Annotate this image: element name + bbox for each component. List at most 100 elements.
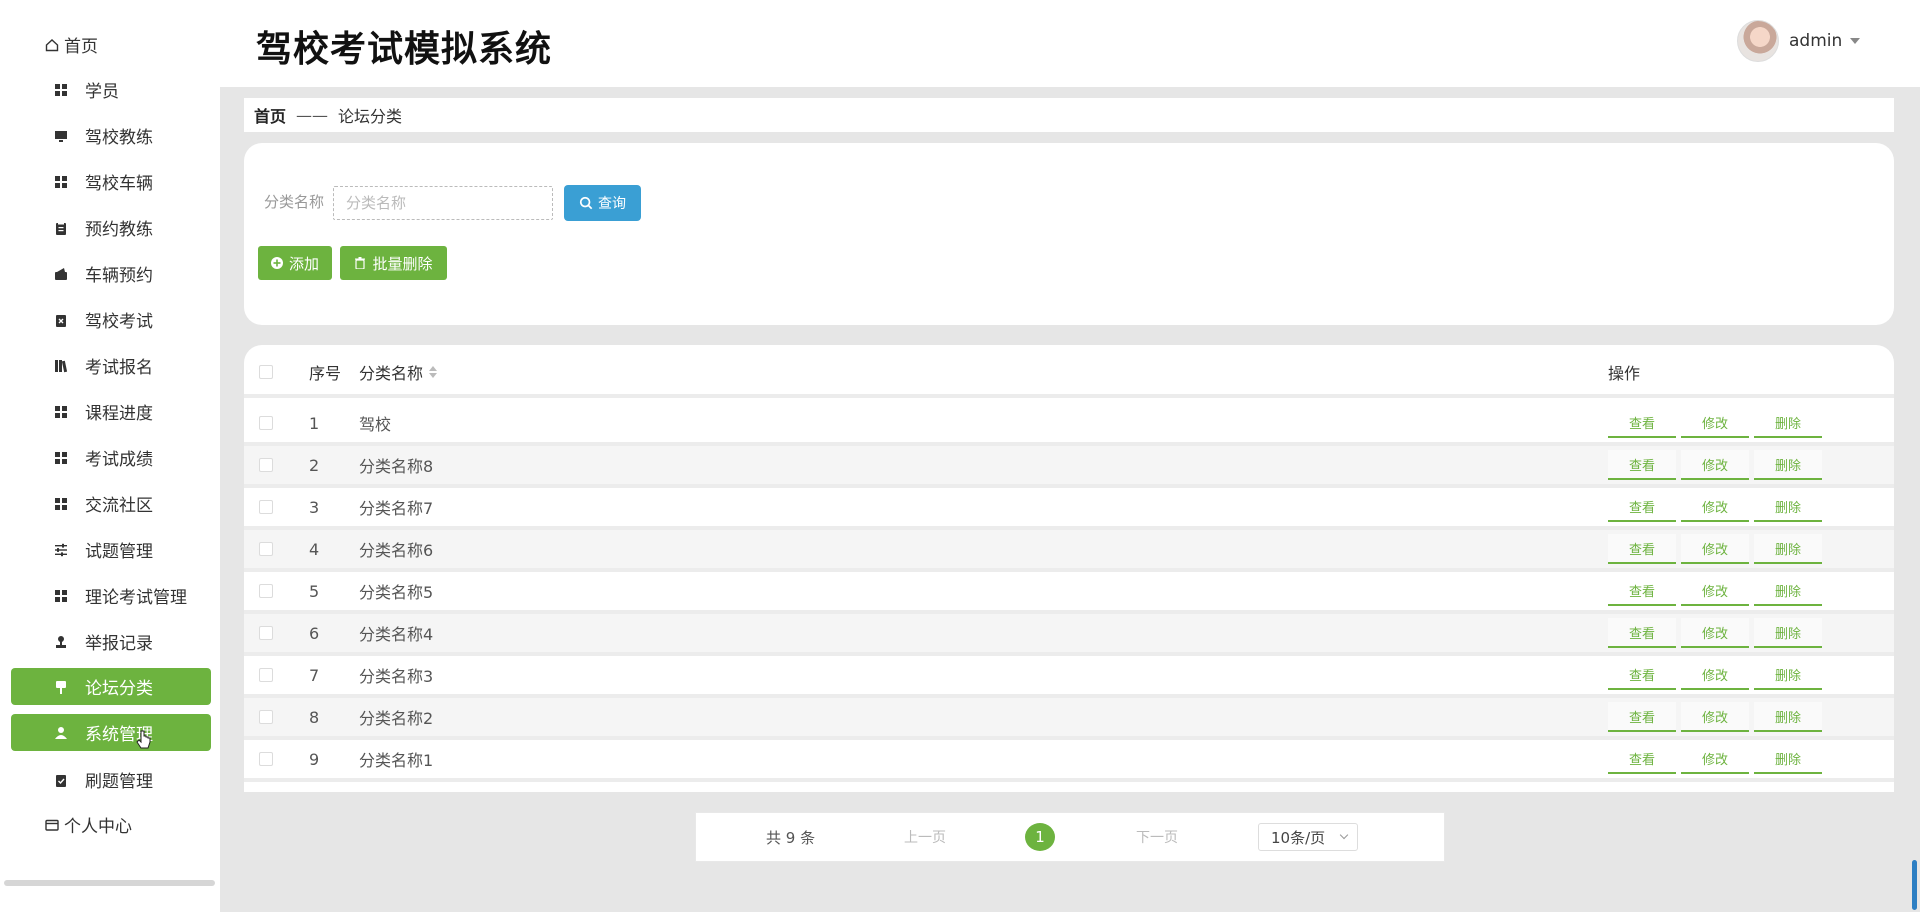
table-row: 3 分类名称7 查看 修改 删除 bbox=[244, 488, 1894, 530]
grid-icon bbox=[53, 588, 69, 604]
category-name-input[interactable] bbox=[333, 186, 553, 220]
edit-button[interactable]: 修改 bbox=[1681, 534, 1749, 564]
sidebar-item-11[interactable]: 试题管理 bbox=[11, 531, 211, 568]
edit-button[interactable]: 修改 bbox=[1681, 408, 1749, 438]
table-row: 6 分类名称4 查看 修改 删除 bbox=[244, 614, 1894, 656]
mouse-pointer-icon bbox=[136, 730, 151, 749]
window-scrollbar[interactable] bbox=[1912, 860, 1917, 910]
avatar[interactable] bbox=[1737, 20, 1779, 62]
table-row: 5 分类名称5 查看 修改 删除 bbox=[244, 572, 1894, 614]
user-icon bbox=[53, 725, 69, 741]
edit-button[interactable]: 修改 bbox=[1681, 744, 1749, 774]
search-label: 分类名称 bbox=[264, 193, 325, 211]
view-button[interactable]: 查看 bbox=[1608, 576, 1676, 606]
clipboard-x-icon bbox=[53, 312, 69, 328]
edit-button[interactable]: 修改 bbox=[1681, 618, 1749, 648]
sort-icon[interactable] bbox=[429, 365, 438, 378]
edit-button[interactable]: 修改 bbox=[1681, 450, 1749, 480]
select-all-checkbox[interactable] bbox=[259, 364, 273, 379]
row-checkbox[interactable] bbox=[259, 710, 273, 724]
sidebar-item-16[interactable]: 刷题管理 bbox=[11, 761, 211, 798]
row-checkbox[interactable] bbox=[259, 626, 273, 640]
prev-page-button[interactable]: 上一页 bbox=[904, 827, 946, 847]
sidebar-item-13[interactable]: 举报记录 bbox=[11, 623, 211, 660]
sidebar-item-6[interactable]: 驾校考试 bbox=[11, 301, 211, 338]
edit-button[interactable]: 修改 bbox=[1681, 492, 1749, 522]
row-checkbox[interactable] bbox=[259, 752, 273, 766]
username[interactable]: admin bbox=[1789, 31, 1842, 51]
sidebar: 首页学员驾校教练驾校车辆预约教练车辆预约驾校考试考试报名课程进度考试成绩交流社区… bbox=[0, 0, 220, 912]
edit-button[interactable]: 修改 bbox=[1681, 702, 1749, 732]
query-button[interactable]: 查询 bbox=[564, 185, 641, 221]
sidebar-item-label: 预约教练 bbox=[85, 220, 153, 240]
sidebar-scrollbar[interactable] bbox=[4, 880, 215, 886]
row-checkbox[interactable] bbox=[259, 542, 273, 556]
add-button[interactable]: 添加 bbox=[258, 246, 332, 280]
page-size-value: 10条/页 bbox=[1271, 828, 1326, 847]
sidebar-item-12[interactable]: 理论考试管理 bbox=[11, 577, 211, 614]
sidebar-item-2[interactable]: 驾校教练 bbox=[11, 117, 211, 154]
sidebar-item-17[interactable]: 个人中心 bbox=[11, 806, 211, 843]
next-page-button[interactable]: 下一页 bbox=[1136, 827, 1178, 847]
sidebar-item-7[interactable]: 考试报名 bbox=[11, 347, 211, 384]
sidebar-item-0[interactable]: 首页 bbox=[11, 26, 211, 63]
view-button[interactable]: 查看 bbox=[1608, 744, 1676, 774]
add-button-label: 添加 bbox=[288, 254, 319, 273]
sidebar-item-10[interactable]: 交流社区 bbox=[11, 485, 211, 522]
grid-icon bbox=[53, 496, 69, 512]
delete-button[interactable]: 删除 bbox=[1754, 534, 1822, 564]
view-button[interactable]: 查看 bbox=[1608, 534, 1676, 564]
row-checkbox[interactable] bbox=[259, 668, 273, 682]
delete-button[interactable]: 删除 bbox=[1754, 660, 1822, 690]
page-size-select[interactable]: 10条/页 bbox=[1258, 823, 1358, 851]
table-row: 9 分类名称1 查看 修改 删除 bbox=[244, 740, 1894, 782]
system-title: 驾校考试模拟系统 bbox=[256, 29, 553, 70]
sidebar-item-label: 驾校考试 bbox=[85, 312, 153, 332]
sidebar-item-15[interactable]: 系统管理 bbox=[11, 714, 211, 751]
edit-button[interactable]: 修改 bbox=[1681, 660, 1749, 690]
sidebar-item-8[interactable]: 课程进度 bbox=[11, 393, 211, 430]
user-menu[interactable]: admin bbox=[1737, 20, 1861, 62]
sidebar-item-4[interactable]: 预约教练 bbox=[11, 209, 211, 246]
sidebar-item-label: 首页 bbox=[64, 37, 98, 57]
sidebar-item-14[interactable]: 论坛分类 bbox=[11, 668, 211, 705]
view-button[interactable]: 查看 bbox=[1608, 450, 1676, 480]
delete-button[interactable]: 删除 bbox=[1754, 450, 1822, 480]
sidebar-item-label: 考试成绩 bbox=[85, 450, 153, 470]
sidebar-item-9[interactable]: 考试成绩 bbox=[11, 439, 211, 476]
view-button[interactable]: 查看 bbox=[1608, 702, 1676, 732]
sidebar-item-1[interactable]: 学员 bbox=[11, 71, 211, 108]
view-button[interactable]: 查看 bbox=[1608, 618, 1676, 648]
row-checkbox[interactable] bbox=[259, 500, 273, 514]
row-index: 1 bbox=[309, 413, 320, 433]
row-category-name: 驾校 bbox=[359, 415, 392, 434]
delete-button[interactable]: 删除 bbox=[1754, 576, 1822, 606]
view-button[interactable]: 查看 bbox=[1608, 408, 1676, 438]
sidebar-item-label: 个人中心 bbox=[64, 817, 132, 837]
edit-button[interactable]: 修改 bbox=[1681, 576, 1749, 606]
page-number-current[interactable]: 1 bbox=[1025, 823, 1055, 851]
row-category-name: 分类名称7 bbox=[359, 499, 434, 518]
breadcrumb-home[interactable]: 首页 bbox=[254, 103, 286, 127]
row-checkbox[interactable] bbox=[259, 458, 273, 472]
row-checkbox[interactable] bbox=[259, 416, 273, 430]
delete-button[interactable]: 删除 bbox=[1754, 744, 1822, 774]
sidebar-item-label: 驾校车辆 bbox=[85, 174, 153, 194]
sidebar-item-5[interactable]: 车辆预约 bbox=[11, 255, 211, 292]
caret-down-icon[interactable] bbox=[1850, 38, 1861, 44]
column-header-name[interactable]: 分类名称 bbox=[359, 360, 438, 384]
sign-icon bbox=[53, 679, 69, 695]
row-checkbox[interactable] bbox=[259, 584, 273, 598]
sidebar-item-label: 车辆预约 bbox=[85, 266, 153, 286]
sidebar-item-3[interactable]: 驾校车辆 bbox=[11, 163, 211, 200]
view-button[interactable]: 查看 bbox=[1608, 660, 1676, 690]
delete-button[interactable]: 删除 bbox=[1754, 408, 1822, 438]
sidebar-item-label: 课程进度 bbox=[85, 404, 153, 424]
delete-button[interactable]: 删除 bbox=[1754, 702, 1822, 732]
batch-delete-button[interactable]: 批量删除 bbox=[340, 246, 447, 280]
delete-button[interactable]: 删除 bbox=[1754, 618, 1822, 648]
view-button[interactable]: 查看 bbox=[1608, 492, 1676, 522]
sidebar-item-label: 学员 bbox=[85, 82, 119, 102]
delete-button[interactable]: 删除 bbox=[1754, 492, 1822, 522]
sidebar-item-label: 驾校教练 bbox=[85, 128, 153, 148]
